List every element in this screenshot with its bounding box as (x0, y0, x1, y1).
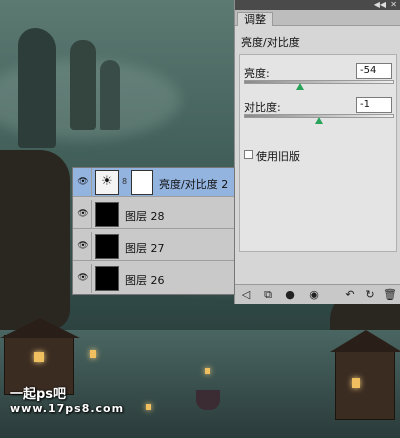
clip-icon[interactable]: ⧉ (261, 288, 275, 302)
lit-window (352, 378, 360, 388)
contrast-slider-thumb[interactable] (315, 117, 323, 124)
panel-tab-bar: 调整 (235, 10, 400, 26)
layer-row[interactable]: 👁 图层 27 (73, 232, 234, 261)
layers-panel: 👁 ☀ 8 亮度/对比度 2 👁 图层 28 👁 图层 27 👁 图层 26 (72, 167, 235, 295)
adjustments-bottom-bar: ◁ ⧉ ● ◉ ↶ ↻ 🗑 (235, 284, 400, 304)
layer-row[interactable]: 👁 ☀ 8 亮度/对比度 2 (73, 168, 234, 197)
use-legacy-label: 使用旧版 (256, 150, 300, 163)
brightness-slider-track[interactable] (244, 80, 394, 84)
lit-window (90, 350, 96, 358)
adjustment-title: 亮度/对比度 (241, 36, 300, 49)
use-legacy-checkbox[interactable] (244, 150, 253, 159)
lit-window (34, 352, 44, 362)
visibility-icon[interactable]: ● (283, 288, 297, 302)
layer-name: 亮度/对比度 2 (159, 178, 229, 191)
adjustment-controls: 亮度: -54 对比度: -1 使用旧版 (239, 54, 397, 252)
divider (91, 200, 92, 229)
brightness-input[interactable]: -54 (356, 63, 392, 79)
layer-thumbnail (95, 202, 119, 227)
adjustments-panel: ◀◀ ✕ 调整 亮度/对比度 亮度: -54 对比度: -1 使用旧版 ◁ ⧉ … (234, 0, 400, 304)
rock-spire (100, 60, 120, 130)
layer-row[interactable]: 👁 图层 28 (73, 200, 234, 229)
tree-trunk (0, 150, 70, 330)
eye-icon[interactable]: 👁 (75, 175, 91, 189)
boat (196, 390, 220, 410)
watermark-line1: 一起ps吧 (10, 387, 67, 402)
layer-name: 图层 26 (125, 274, 165, 287)
layer-name: 图层 27 (125, 242, 165, 255)
eye-icon[interactable]: 👁 (75, 207, 91, 221)
close-icon[interactable]: ✕ (390, 1, 397, 9)
lantern (205, 368, 210, 374)
eye-icon[interactable]: 👁 (75, 271, 91, 285)
house (4, 335, 74, 395)
tab-adjustments[interactable]: 调整 (237, 12, 273, 26)
delete-icon[interactable]: 🗑 (383, 288, 397, 302)
layer-mask-thumbnail[interactable] (131, 170, 153, 195)
eye-icon[interactable]: 👁 (75, 239, 91, 253)
rock-spire (18, 28, 56, 148)
house (335, 350, 395, 420)
collapse-icon[interactable]: ◀◀ (374, 1, 386, 9)
previous-state-icon[interactable]: ↶ (343, 288, 357, 302)
layer-thumbnail (95, 266, 119, 291)
brightness-slider-thumb[interactable] (295, 83, 304, 90)
layer-name: 图层 28 (125, 210, 165, 223)
reset-icon[interactable]: ↻ (363, 288, 377, 302)
link-icon[interactable]: 8 (122, 177, 127, 186)
layer-row[interactable]: 👁 图层 26 (73, 264, 234, 293)
contrast-label: 对比度: (244, 101, 281, 114)
brightness-contrast-icon: ☀ (95, 170, 119, 195)
divider (91, 232, 92, 261)
watermark: 一起ps吧 www.17ps8.com (10, 388, 124, 416)
brightness-label: 亮度: (244, 67, 270, 80)
divider (91, 264, 92, 293)
layer-thumbnail (95, 234, 119, 259)
house-roof (330, 330, 400, 352)
contrast-input[interactable]: -1 (356, 97, 392, 113)
watermark-line2: www.17ps8.com (10, 402, 125, 415)
rock-spire (70, 40, 96, 130)
house-roof (0, 318, 80, 338)
divider (91, 168, 92, 197)
panel-title-bar[interactable]: ◀◀ ✕ (235, 0, 400, 10)
back-icon[interactable]: ◁ (239, 288, 253, 302)
eye-icon[interactable]: ◉ (307, 288, 321, 302)
lamp-post-light (146, 404, 151, 410)
